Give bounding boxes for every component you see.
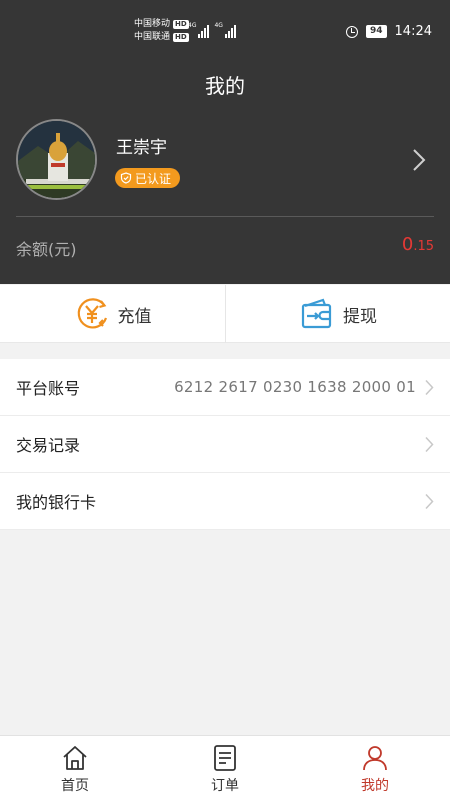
- tab-orders[interactable]: 订单: [150, 736, 300, 800]
- menu-item-label: 我的银行卡: [16, 493, 97, 512]
- chevron-right-icon: [425, 436, 434, 453]
- balance-value: 0.15: [402, 234, 434, 255]
- shield-check-icon: [120, 172, 132, 184]
- order-list-icon: [214, 745, 236, 771]
- platform-account-number: 6212 2617 0230 1638 2000 01: [174, 378, 416, 396]
- hd-badge-2: HD: [173, 33, 189, 42]
- recharge-button[interactable]: 充值: [0, 285, 225, 343]
- user-name: 王崇宇: [116, 138, 167, 158]
- carrier-1-label: 中国移动: [134, 19, 171, 29]
- tab-label: 订单: [211, 778, 239, 794]
- network-2-label: 4G: [214, 22, 223, 29]
- divider: [16, 216, 434, 217]
- network-1-label: 4G: [188, 22, 197, 29]
- recharge-yuan-icon: [77, 298, 107, 329]
- page-title: 我的: [205, 74, 245, 98]
- verified-label: 已认证: [135, 171, 172, 186]
- avatar[interactable]: [16, 119, 97, 200]
- menu-item-label: 平台账号: [16, 379, 81, 398]
- avatar-photo: [18, 121, 95, 198]
- clock: 14:24: [394, 24, 432, 39]
- wallet-actions: 充值 提现: [0, 285, 450, 343]
- withdraw-button[interactable]: 提现: [225, 285, 450, 343]
- menu-item-label: 交易记录: [16, 436, 81, 455]
- carrier-2-label: 中国联通: [134, 32, 171, 42]
- alarm-icon: [346, 25, 358, 38]
- status-right: 94 14:24: [346, 24, 432, 39]
- menu-item-bank-cards[interactable]: 我的银行卡: [0, 473, 450, 530]
- wallet-withdraw-icon: [301, 298, 332, 329]
- withdraw-label: 提现: [343, 306, 377, 327]
- bottom-tab-bar: 首页 订单 我的: [0, 735, 450, 800]
- recharge-label: 充值: [117, 306, 152, 327]
- battery-icon: 94: [366, 25, 387, 38]
- signal-icon: 4G 4G: [188, 22, 240, 38]
- balance-label: 余额(元): [16, 240, 77, 259]
- tab-label: 我的: [361, 778, 389, 794]
- balance-decimal: .15: [413, 239, 434, 254]
- home-icon: [63, 746, 87, 770]
- chevron-right-icon: [425, 493, 434, 510]
- menu-item-platform-account[interactable]: 平台账号 6212 2617 0230 1638 2000 01: [0, 359, 450, 416]
- chevron-right-icon[interactable]: [410, 148, 428, 172]
- hd-badge-1: HD: [173, 20, 189, 29]
- tab-label: 首页: [61, 778, 89, 794]
- carrier-info: 中国移动 HD 中国联通 HD: [134, 18, 189, 44]
- verified-badge: 已认证: [115, 168, 181, 188]
- menu-item-transaction-records[interactable]: 交易记录: [0, 416, 450, 473]
- balance-integer: 0: [401, 234, 414, 255]
- tab-mine[interactable]: 我的: [300, 736, 450, 800]
- user-icon: [363, 746, 387, 771]
- profile-header: 中国移动 HD 中国联通 HD 4G 4G 94 14:24 我的 王崇宇 已认…: [0, 0, 450, 284]
- settings-menu: 平台账号 6212 2617 0230 1638 2000 01 交易记录 我的…: [0, 359, 450, 530]
- status-bar: 中国移动 HD 中国联通 HD 4G 4G 94 14:24: [0, 0, 450, 66]
- tab-home[interactable]: 首页: [0, 736, 150, 800]
- chevron-right-icon: [425, 379, 434, 396]
